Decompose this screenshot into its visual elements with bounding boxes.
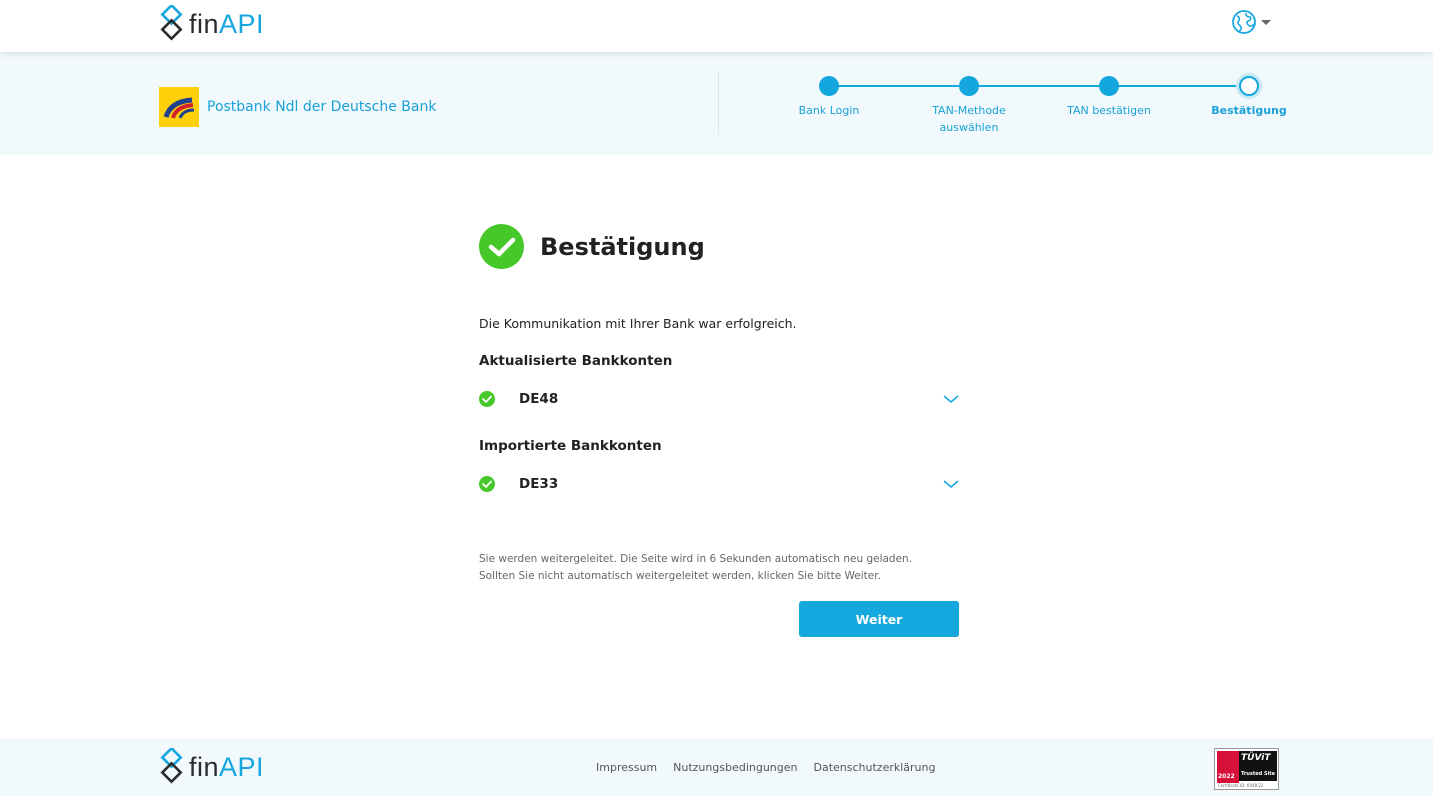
badge-brand: TÜViT: [1241, 753, 1271, 763]
finapi-logo-mark-icon: [160, 748, 183, 784]
footer-link-privacy[interactable]: Datenschutzerklärung: [814, 761, 936, 774]
updated-accounts-heading: Aktualisierte Bankkonten: [479, 353, 673, 369]
globe-icon: [1232, 10, 1256, 34]
step-label: Bank Login: [798, 104, 860, 117]
imported-accounts-heading: Importierte Bankkonten: [479, 438, 662, 454]
logo-api: API: [219, 751, 265, 782]
chevron-down-icon[interactable]: [943, 479, 959, 489]
footer-link-impressum[interactable]: Impressum: [596, 761, 657, 774]
step-label: TAN-Methode auswählen: [932, 104, 1006, 134]
badge-year: 2022: [1218, 773, 1235, 780]
footer-link-terms[interactable]: Nutzungsbedingungen: [673, 761, 797, 774]
finapi-logo[interactable]: finAPI: [158, 5, 264, 43]
tuvit-badge[interactable]: 2022 TÜViT Trusted Site Certificate ID: …: [1214, 748, 1279, 790]
step-tan-confirm: TAN bestätigen: [1049, 76, 1169, 119]
chevron-down-icon: [1261, 19, 1271, 25]
finapi-logo-text: finAPI: [189, 751, 265, 782]
progress-band: Postbank Ndl der Deutsche Bank Bank Logi…: [0, 52, 1433, 155]
step-dot: [959, 76, 979, 96]
step-label: Bestätigung: [1211, 104, 1287, 117]
progress-track: [829, 85, 1249, 87]
bank-logo-icon: [159, 87, 199, 127]
language-selector[interactable]: [1231, 9, 1271, 35]
top-bar: finAPI: [0, 0, 1433, 52]
finapi-logo-mark-icon: [160, 5, 183, 41]
button-row: Weiter: [479, 601, 959, 637]
step-confirmation: Bestätigung: [1189, 76, 1309, 119]
bank-info: Postbank Ndl der Deutsche Bank: [159, 87, 436, 127]
step-label: TAN bestätigen: [1067, 104, 1151, 117]
continue-button[interactable]: Weiter: [799, 601, 959, 637]
logo-fin: fin: [189, 751, 220, 782]
logo-fin: fin: [189, 8, 220, 39]
logo-api: API: [219, 8, 265, 39]
finapi-logo-text: finAPI: [189, 8, 265, 39]
step-dot: [819, 76, 839, 96]
badge-cert: Certificate ID: 6048.22: [1218, 783, 1264, 788]
confirmation-panel: Bestätigung Die Kommunikation mit Ihrer …: [479, 224, 959, 637]
band-divider: [718, 70, 719, 135]
title-row: Bestätigung: [479, 224, 959, 269]
success-check-icon: [479, 224, 524, 269]
account-row-imported[interactable]: DE33: [479, 469, 959, 499]
footer-links: Impressum Nutzungsbedingungen Datenschut…: [596, 761, 935, 774]
account-row-updated[interactable]: DE48: [479, 384, 959, 414]
footer: finAPI Impressum Nutzungsbedingungen Dat…: [0, 739, 1433, 796]
check-icon: [479, 476, 495, 492]
step-bank-login: Bank Login: [769, 76, 889, 119]
badge-caption: Trusted Site: [1241, 771, 1276, 777]
bank-name: Postbank Ndl der Deutsche Bank: [207, 99, 437, 115]
step-dot: [1099, 76, 1119, 96]
chevron-down-icon[interactable]: [943, 394, 959, 404]
step-dot-current: [1239, 76, 1259, 96]
footer-finapi-logo[interactable]: finAPI: [158, 748, 264, 786]
step-tan-method: TAN-Methode auswählen: [909, 76, 1029, 136]
check-icon: [479, 391, 495, 407]
account-iban: DE33: [519, 476, 559, 492]
page-title: Bestätigung: [540, 232, 705, 261]
redirect-notice: Sie werden weitergeleitet. Die Seite wir…: [479, 553, 913, 582]
account-iban: DE48: [519, 391, 559, 407]
success-message: Die Kommunikation mit Ihrer Bank war erf…: [479, 316, 797, 331]
